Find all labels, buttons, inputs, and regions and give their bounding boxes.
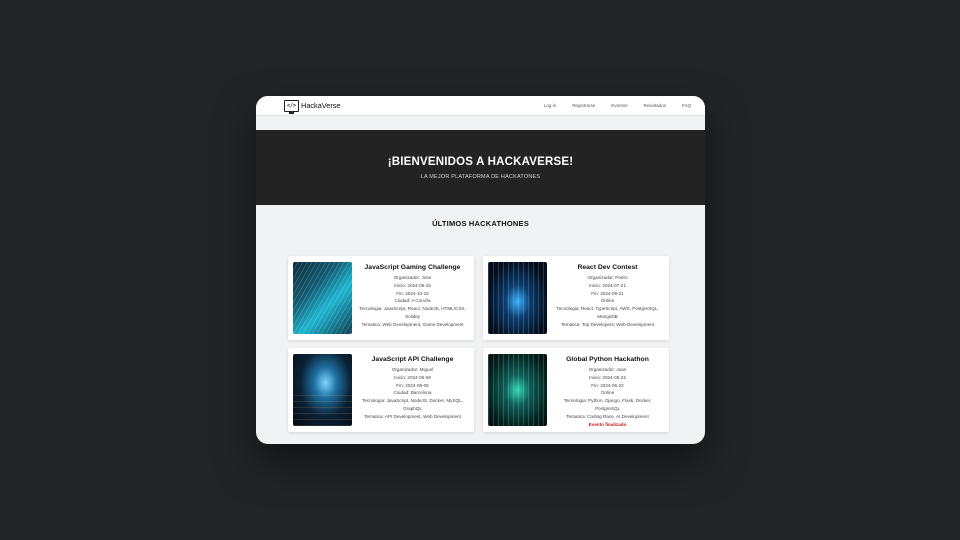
card-location: Ciudad: A Coruña [394,298,431,304]
card-location: Online [600,390,615,396]
card-organizer: Organizador: Miguel [391,367,434,372]
card-title: JavaScript Gaming Challenge [364,264,461,271]
card-location: Ciudad: Barcelona [393,390,432,396]
hackathon-image [488,262,547,334]
card-start-date: Inicio: 2024-05-15 [394,282,431,288]
hackathon-card[interactable]: React Dev Contest Organizador: Pedro Ini… [483,256,669,340]
card-technology: Tecnologia: JavaScript, NodeJS, Docker, … [362,398,463,411]
nav-link-register[interactable]: Registrarse [572,103,595,108]
nav-link-login[interactable]: Log in [544,103,556,108]
card-end-date: Fin: 2024-10-15 [396,290,429,296]
card-title: JavaScript API Challenge [371,356,454,363]
brand-logo[interactable]: </> HackaVerse [284,99,341,114]
card-organizer: Organizador: Juan [588,367,627,372]
nav-link-faq[interactable]: FAQ [682,103,691,108]
hackathon-image [293,354,352,426]
hackathon-card[interactable]: JavaScript API Challenge Organizador: Mi… [288,348,474,432]
section-title: ÚLTIMOS HACKATHONES [432,219,529,228]
card-title: React Dev Contest [577,264,638,271]
card-technology: Tecnologia: JavaScript, React, NodeJS, H… [359,306,466,319]
card-location: Online [600,298,615,304]
card-organizer: Organizador: Jose [393,275,432,280]
hackathon-grid: JavaScript Gaming Challenge Organizador:… [288,256,670,432]
card-start-date: Inicio: 2024-06-08 [394,374,431,380]
nav-link-events[interactable]: Eventos [611,103,627,108]
card-organizer: Organizador: Pedro [587,275,628,280]
status-badge: Evento finalizado [588,421,627,427]
hero-banner: ¡BIENVENIDOS A HACKAVERSE! LA MEJOR PLAT… [256,130,705,205]
brand-name: HackaVerse [301,101,341,110]
hackathon-card[interactable]: JavaScript Gaming Challenge Organizador:… [288,256,474,340]
card-theme: Tematica: API Development, Web Developme… [364,413,461,419]
nav-links: Log in Registrarse Eventos Resultados FA… [544,103,691,108]
card-end-date: Fin: 2024-09-21 [591,290,624,296]
hero-subtitle: LA MEJOR PLATAFORMA DE HACKATONES [420,173,541,180]
code-monitor-icon: </> [284,99,299,114]
navbar: </> HackaVerse Log in Registrarse Evento… [256,96,705,116]
card-technology: Tecnologia: React, TypeScript, AWS, Post… [556,306,659,319]
card-title: Global Python Hackathon [566,356,649,363]
card-theme: Tematica: Top Developers, Web Developmen… [560,321,655,327]
card-technology: Tecnologia: Python, Django, Flask, Docke… [563,398,652,411]
hero-title: ¡BIENVENIDOS A HACKAVERSE! [387,155,574,168]
hackathon-image [488,354,547,426]
card-theme: Tematica: Coding Race, AI Development [566,413,649,419]
card-start-date: Inicio: 2024-05-22 [589,374,626,380]
card-end-date: Fin: 2024-09-08 [396,382,429,388]
nav-link-results[interactable]: Resultados [643,103,666,108]
hackathon-card[interactable]: Global Python Hackathon Organizador: Jua… [483,348,669,432]
card-theme: Tematica: Web Development, Game Developm… [361,321,464,327]
card-start-date: Inicio: 2024-07-21 [589,282,626,288]
hackathon-image [293,262,352,334]
browser-window: </> HackaVerse Log in Registrarse Evento… [256,96,705,444]
card-end-date: Fin: 2024-06-22 [591,382,624,388]
